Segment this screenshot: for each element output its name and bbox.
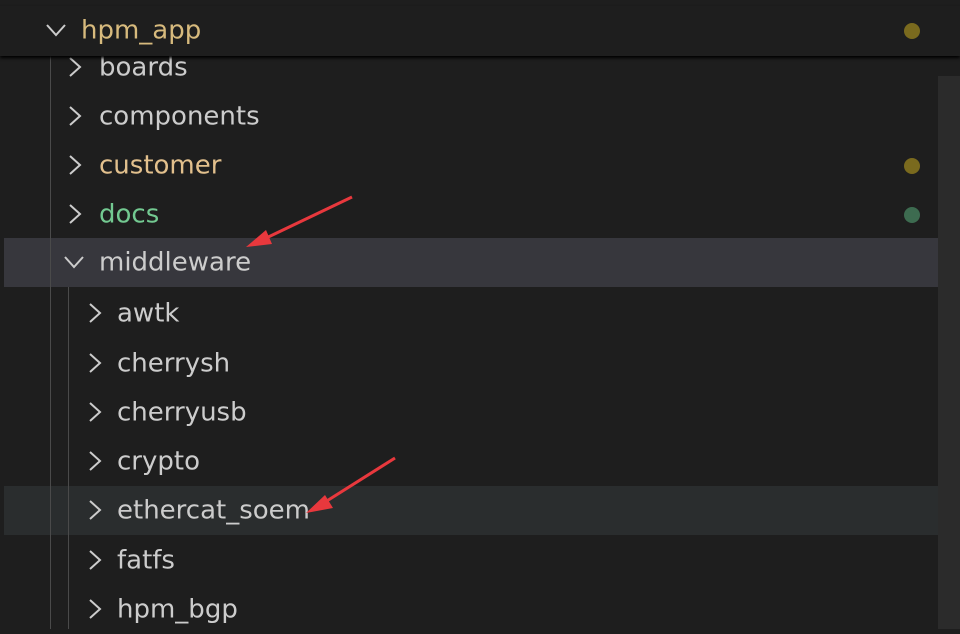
tree-item-label: components	[99, 100, 260, 131]
chevron-right-icon	[62, 104, 86, 128]
tree-item-label: docs	[99, 198, 160, 229]
tree-item-label: boards	[99, 51, 188, 82]
file-explorer-tree: hpm_app boards components customer docs …	[0, 0, 960, 629]
tree-item-cherryusb[interactable]: cherryusb	[0, 388, 938, 437]
chevron-down-icon	[62, 250, 86, 274]
untracked-status-dot	[904, 206, 920, 223]
modified-status-dot	[904, 157, 920, 174]
scrollbar-track[interactable]	[938, 76, 960, 629]
chevron-right-icon	[82, 597, 106, 621]
tree-item-ethercat-soem[interactable]: ethercat_soem	[4, 486, 938, 535]
chevron-right-icon	[62, 153, 86, 177]
chevron-right-icon	[82, 351, 106, 375]
tree-item-label: fatfs	[117, 544, 175, 575]
chevron-right-icon	[62, 55, 86, 79]
tree-item-components[interactable]: components	[0, 92, 938, 141]
chevron-right-icon	[82, 548, 106, 572]
chevron-right-icon	[82, 400, 106, 424]
tree-item-label: hpm_app	[81, 15, 202, 46]
tree-item-hpm-bgp[interactable]: hpm_bgp	[0, 585, 938, 634]
tree-item-middleware[interactable]: middleware	[4, 238, 938, 287]
chevron-right-icon	[62, 202, 86, 226]
tree-item-label: middleware	[99, 246, 252, 277]
tree-item-hpm-app[interactable]: hpm_app	[0, 6, 960, 56]
tree-item-crypto[interactable]: crypto	[0, 437, 938, 486]
chevron-right-icon	[82, 449, 106, 473]
tree-item-label: cherryusb	[117, 396, 247, 427]
tree-item-label: hpm_bgp	[117, 593, 238, 624]
tree-item-fatfs[interactable]: fatfs	[0, 536, 938, 585]
tree-item-cherrysh[interactable]: cherrysh	[0, 339, 938, 388]
chevron-right-icon	[82, 301, 106, 325]
tree-item-label: crypto	[117, 445, 200, 476]
modified-status-dot	[904, 23, 920, 39]
tree-item-label: awtk	[117, 297, 180, 328]
chevron-down-icon	[44, 18, 68, 42]
indent-guide	[50, 56, 51, 629]
tree-item-label: cherrysh	[117, 347, 231, 378]
tree-item-label: ethercat_soem	[117, 494, 310, 525]
tree-item-awtk[interactable]: awtk	[0, 289, 938, 338]
indent-guide	[68, 287, 69, 629]
tree-item-docs[interactable]: docs	[0, 190, 938, 239]
chevron-right-icon	[82, 498, 106, 522]
tree-item-label: customer	[99, 149, 222, 180]
tree-item-customer[interactable]: customer	[0, 141, 938, 190]
